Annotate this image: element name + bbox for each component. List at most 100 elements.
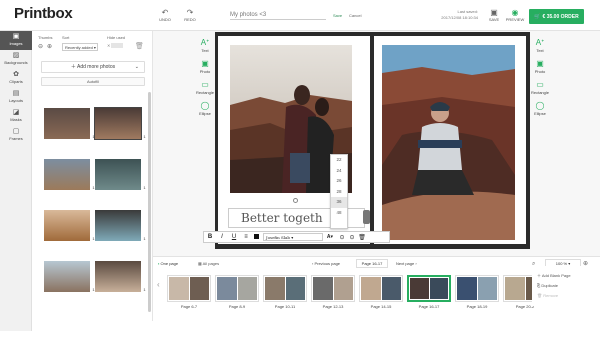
current-page-indicator: Page 16-17: [356, 259, 388, 268]
photo-tool-icon: ▣: [201, 59, 209, 68]
rail-item-label: Backgrounds: [4, 60, 28, 65]
right-page[interactable]: [374, 36, 526, 244]
font-size-option[interactable]: 26: [331, 176, 347, 187]
all-pages-tab[interactable]: ▦ All pages: [198, 261, 219, 266]
photo-thumbnail[interactable]: 1: [44, 210, 96, 241]
ellipse-tool-icon: ◯: [200, 101, 210, 110]
page-thumbnail[interactable]: [407, 275, 451, 302]
tool-label: Rectangle: [195, 90, 214, 95]
rail-item-label: Images: [9, 41, 23, 46]
page-thumbnail[interactable]: [263, 275, 307, 302]
underline-button[interactable]: U: [228, 234, 240, 240]
font-size-option[interactable]: 28: [331, 187, 347, 198]
save-button[interactable]: ▣ SAVE: [483, 8, 505, 22]
font-size-option[interactable]: 48: [331, 208, 347, 219]
hide-used-toggle[interactable]: ✕: [107, 43, 127, 51]
rail-item-label: Cliparts: [9, 79, 23, 84]
tool-ellipse-right[interactable]: ◯ Ellipse: [530, 101, 550, 121]
page-thumbnail[interactable]: [359, 275, 403, 302]
tool-photo-right[interactable]: ▣ Photo: [530, 59, 550, 79]
photobook-spread: Better togeth: [215, 32, 530, 249]
send-backward-icon[interactable]: ⊙: [347, 234, 357, 241]
one-page-tab[interactable]: ▪ One page: [158, 261, 178, 266]
title-cancel-link[interactable]: Cancel: [349, 13, 361, 18]
bold-button[interactable]: B: [204, 234, 216, 240]
woman-canyon-photo[interactable]: [382, 45, 515, 240]
trash-icon[interactable]: 🗑: [135, 42, 144, 50]
tool-label: Photo: [534, 69, 546, 74]
text-resize-handle[interactable]: [363, 210, 370, 224]
rail-item-layouts[interactable]: ▤ Layouts: [0, 88, 32, 107]
page-context-menu: ＋ Add Blank Page ⎘ Duplicate 🗑 Remove: [532, 266, 592, 306]
rail-item-backgrounds[interactable]: ▨ Backgrounds: [0, 50, 32, 69]
font-size-glyph: A: [326, 234, 331, 240]
tool-ellipse-left[interactable]: ◯ Ellipse: [195, 101, 215, 121]
title-save-link[interactable]: Save: [333, 13, 342, 18]
rail-item-cliparts[interactable]: ✿ Cliparts: [0, 69, 32, 88]
preview-button[interactable]: ◉ PREVIEW: [503, 8, 527, 22]
page-thumbnail[interactable]: [167, 275, 211, 302]
layouts-icon: ▤: [12, 90, 20, 97]
text-color-swatch[interactable]: [252, 233, 260, 241]
scroll-left-icon[interactable]: ‹: [157, 280, 160, 289]
photo-thumbnail[interactable]: 1: [95, 159, 147, 190]
font-size-option[interactable]: 36: [331, 197, 347, 208]
align-center-icon[interactable]: ≡: [240, 234, 252, 240]
photo-thumbnail[interactable]: 1: [44, 108, 96, 139]
photo-thumbnail[interactable]: 1: [44, 261, 96, 292]
sort-select[interactable]: Recently added ▾: [62, 43, 98, 51]
zoom-out-thumbs-icon[interactable]: ⊖: [38, 43, 43, 50]
sort-label: Sort: [62, 35, 70, 40]
rotate-handle[interactable]: [293, 198, 298, 203]
zoom-in-thumbs-icon[interactable]: ⊕: [47, 43, 52, 50]
photo-thumbnail[interactable]: 1: [95, 261, 147, 292]
next-page-button[interactable]: Next page ›: [396, 261, 417, 266]
page-thumbnail[interactable]: [215, 275, 259, 302]
tool-label: Ellipse: [199, 111, 211, 116]
page-thumbnail[interactable]: [455, 275, 499, 302]
photo-thumbnail[interactable]: 1: [95, 210, 147, 241]
undo-button[interactable]: ↶ UNDO: [154, 8, 176, 22]
remove-page-item[interactable]: 🗑 Remove: [537, 292, 558, 300]
page-thumbnail-label: Page 10-11: [274, 304, 296, 309]
rail-item-masks[interactable]: ◪ Masks: [0, 107, 32, 126]
rail-item-label: Masks: [10, 117, 22, 122]
page-thumbnail[interactable]: [311, 275, 355, 302]
tool-rectangle-left[interactable]: ▭ Rectangle: [195, 80, 215, 100]
delete-icon[interactable]: 🗑: [357, 234, 367, 241]
order-button-label: € 35.00 ORDER: [542, 13, 579, 20]
backgrounds-icon: ▨: [12, 52, 20, 59]
photo-thumbnail[interactable]: 1: [44, 159, 96, 190]
redo-button[interactable]: ↷ REDO: [179, 8, 201, 22]
text-toolbar: B I U ≡ Josefin Slab ▾ A▾ ⊙ ⊙ 🗑: [203, 231, 390, 243]
project-title-input[interactable]: My photos <3: [230, 12, 326, 20]
one-page-label: One page: [160, 261, 179, 266]
rail-item-frames[interactable]: ▢ Frames: [0, 126, 32, 145]
add-more-photos-button[interactable]: ＋ Add more photos ⌄: [41, 61, 145, 73]
autofill-button[interactable]: Autofill: [41, 77, 145, 86]
save-button-label: SAVE: [488, 17, 500, 22]
save-icon: ▣: [490, 8, 498, 17]
rectangle-tool-icon: ▭: [201, 80, 209, 89]
font-family-select[interactable]: Josefin Slab ▾: [263, 233, 323, 241]
previous-page-button[interactable]: ‹ Previous page: [312, 261, 340, 266]
font-size-icon[interactable]: A▾: [323, 234, 337, 240]
undo-label: UNDO: [159, 17, 171, 22]
usage-count: 1: [142, 287, 147, 292]
photo-thumbnail[interactable]: 1: [94, 107, 147, 140]
font-size-option[interactable]: 22: [331, 155, 347, 166]
bring-forward-icon[interactable]: ⊙: [337, 234, 347, 241]
order-button[interactable]: 🛒 € 35.00 ORDER: [529, 9, 584, 24]
tool-text-left[interactable]: Aᐩ Text: [195, 38, 215, 58]
duplicate-page-item[interactable]: ⎘ Duplicate: [537, 282, 558, 290]
font-size-option[interactable]: 24: [331, 166, 347, 177]
italic-button[interactable]: I: [216, 234, 228, 240]
tool-label: Photo: [199, 69, 211, 74]
tool-rectangle-right[interactable]: ▭ Rectangle: [530, 80, 550, 100]
panel-scrollbar[interactable]: [148, 92, 151, 312]
tool-text-right[interactable]: Aᐩ Text: [530, 38, 550, 58]
add-blank-page-item[interactable]: ＋ Add Blank Page: [537, 272, 571, 280]
tool-photo-left[interactable]: ▣ Photo: [195, 59, 215, 79]
font-size-dropdown[interactable]: 22 24 26 28 36 48: [330, 154, 348, 229]
rail-item-images[interactable]: ▣ Images: [0, 31, 32, 50]
